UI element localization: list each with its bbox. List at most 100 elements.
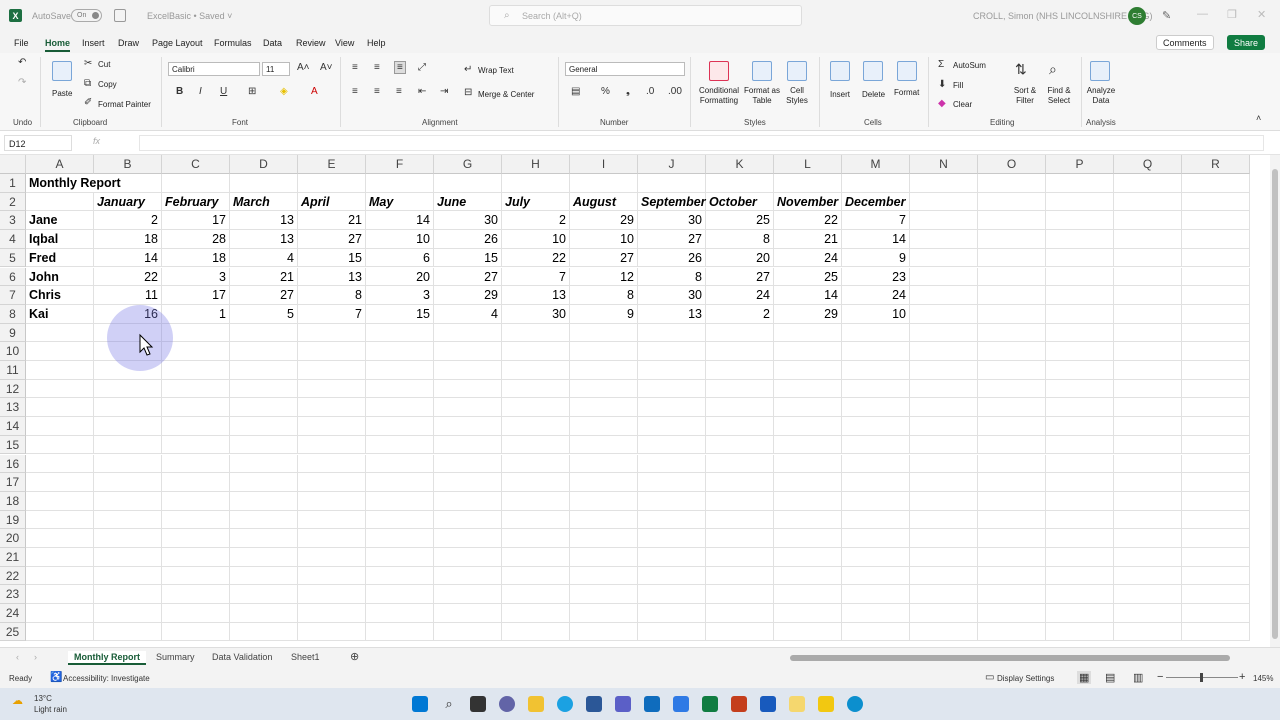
cell-k9[interactable] [706,323,774,343]
cell-p22[interactable] [1046,566,1114,586]
cell-d22[interactable] [230,566,298,586]
value-cell[interactable]: 22 [774,211,842,231]
cell-n19[interactable] [910,510,978,530]
cell-b13[interactable] [94,398,162,418]
cell-j1[interactable] [638,174,706,193]
cell-p17[interactable] [1046,473,1114,492]
word-icon[interactable] [760,696,776,712]
cell-f25[interactable] [366,622,434,642]
cell-e20[interactable] [298,529,366,548]
cell-k17[interactable] [706,473,774,492]
value-cell[interactable]: 12 [570,267,638,287]
value-cell[interactable]: 15 [434,248,502,268]
cell-f16[interactable] [366,454,434,474]
cell-k25[interactable] [706,622,774,642]
cell-g22[interactable] [434,566,502,586]
cell-q11[interactable] [1114,361,1182,380]
cell-q14[interactable] [1114,417,1182,436]
cell-o2[interactable] [978,192,1046,212]
cell-n24[interactable] [910,604,978,623]
value-cell[interactable]: 18 [94,230,162,249]
cell-r3[interactable] [1182,211,1250,231]
cell-d25[interactable] [230,622,298,642]
wrap-text-button[interactable]: Wrap Text [478,66,514,75]
cell-h20[interactable] [502,529,570,548]
value-cell[interactable]: 21 [230,267,298,287]
value-cell[interactable]: 24 [842,286,910,305]
value-cell[interactable]: 10 [570,230,638,249]
cell-p23[interactable] [1046,585,1114,605]
row-header-16[interactable]: 16 [0,454,26,474]
cell-p7[interactable] [1046,286,1114,305]
cell-a15[interactable] [26,435,94,455]
value-cell[interactable]: 8 [298,286,366,305]
cell-n10[interactable] [910,342,978,361]
cell-c17[interactable] [162,473,230,492]
cell-o24[interactable] [978,604,1046,623]
column-header-l[interactable]: L [774,155,842,174]
cell-d13[interactable] [230,398,298,418]
cell-e11[interactable] [298,361,366,380]
cell-r7[interactable] [1182,286,1250,305]
clear-button[interactable]: Clear [953,100,972,109]
value-cell[interactable]: 27 [434,267,502,287]
cell-p19[interactable] [1046,510,1114,530]
cell-m10[interactable] [842,342,910,361]
month-header-cell[interactable]: January [94,192,162,212]
tab-home[interactable]: Home [45,38,71,52]
cell-n2[interactable] [910,192,978,212]
month-header-cell[interactable]: February [162,192,230,212]
cell-e24[interactable] [298,604,366,623]
cell-i18[interactable] [570,491,638,511]
increase-decimal-icon[interactable]: .0 [646,86,654,97]
cell-q20[interactable] [1114,529,1182,548]
cell-q15[interactable] [1114,435,1182,455]
cell-p2[interactable] [1046,192,1114,212]
cell-j11[interactable] [638,361,706,380]
cell-r12[interactable] [1182,379,1250,399]
month-header-cell[interactable]: April [298,192,366,212]
cell-k18[interactable] [706,491,774,511]
cell-n12[interactable] [910,379,978,399]
cell-b20[interactable] [94,529,162,548]
cell-a14[interactable] [26,417,94,436]
teams-icon[interactable] [615,696,631,712]
row-header-18[interactable]: 18 [0,491,26,511]
value-cell[interactable]: 25 [774,267,842,287]
format-cells-button[interactable]: Format [894,88,919,97]
cell-o3[interactable] [978,211,1046,231]
cell-r17[interactable] [1182,473,1250,492]
tab-review[interactable]: Review [296,38,326,48]
cell-r14[interactable] [1182,417,1250,436]
value-cell[interactable]: 22 [502,248,570,268]
person-name-cell[interactable]: Fred [26,248,94,268]
cell-q9[interactable] [1114,323,1182,343]
value-cell[interactable]: 9 [570,304,638,324]
cell-m18[interactable] [842,491,910,511]
value-cell[interactable]: 14 [94,248,162,268]
pen-icon[interactable]: ✎ [1162,9,1171,22]
cell-f11[interactable] [366,361,434,380]
cell-a17[interactable] [26,473,94,492]
cell-j14[interactable] [638,417,706,436]
cell-n21[interactable] [910,548,978,567]
column-header-e[interactable]: E [298,155,366,174]
month-header-cell[interactable]: July [502,192,570,212]
undo-icon[interactable]: ↶ [18,57,26,68]
cell-a10[interactable] [26,342,94,361]
cell-h23[interactable] [502,585,570,605]
value-cell[interactable]: 26 [638,248,706,268]
cell-c12[interactable] [162,379,230,399]
cell-n14[interactable] [910,417,978,436]
cell-h22[interactable] [502,566,570,586]
cell-a9[interactable] [26,323,94,343]
cell-f12[interactable] [366,379,434,399]
cell-p11[interactable] [1046,361,1114,380]
cell-h10[interactable] [502,342,570,361]
cell-e21[interactable] [298,548,366,567]
cell-a12[interactable] [26,379,94,399]
month-header-cell[interactable]: March [230,192,298,212]
autosave-toggle[interactable]: On [71,9,102,22]
tab-view[interactable]: View [335,38,354,48]
cell-f23[interactable] [366,585,434,605]
